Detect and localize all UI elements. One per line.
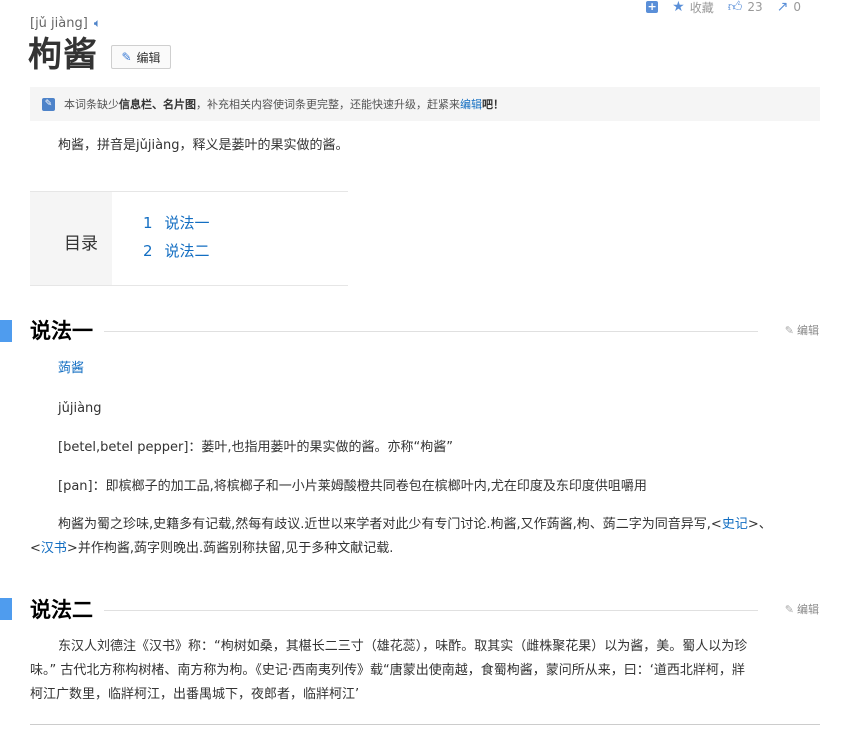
hanshu-link[interactable]: 汉书: [41, 541, 67, 556]
pencil-icon: ✎: [784, 323, 794, 337]
section-2-line-3: 柯江广数里，临牂柯江，出番禺城下，夜郎者，临牂柯江’: [30, 687, 360, 702]
collect-label: 收藏: [689, 0, 714, 15]
section-edit-label: 编辑: [797, 603, 819, 616]
toc-item-num: 2: [143, 242, 153, 260]
table-of-contents: 目录 1 说法一 2 说法二: [30, 191, 348, 286]
notice-edit-link[interactable]: 编辑: [460, 96, 482, 112]
plus-square-icon: +: [646, 0, 659, 13]
para-text: >并作枸酱,蒟字则晚出.蒟酱别称扶留,见于多种文献记载.: [66, 541, 394, 556]
like-button[interactable]: 👍︎ 23: [728, 0, 763, 14]
section-1-divider: [104, 331, 758, 332]
bottom-divider: [30, 724, 820, 725]
section-2-line-2: 味。” 古代北方称构树楮、南方称为枸。《史记·西南夷列传》载“唐蒙出使南越，食蜀…: [30, 663, 745, 678]
notice-prefix: 本词条缺少: [64, 98, 119, 111]
toc-item-label: 说法一: [164, 214, 210, 232]
section-2-edit-button[interactable]: ✎ 编辑: [785, 601, 819, 617]
notice-middle: ，补充相关内容使词条更完整，还能快速升级，赶紧来: [196, 98, 460, 111]
toc-item-label: 说法二: [164, 242, 210, 260]
toc-title: 目录: [64, 234, 98, 254]
section-1-edit-button[interactable]: ✎ 编辑: [785, 322, 819, 338]
word-link-row: 蒟酱: [58, 357, 84, 381]
pencil-icon: ✎: [784, 602, 794, 616]
thumbs-up-icon: 👍︎: [727, 0, 743, 15]
section-2-heading: 说法二: [30, 598, 93, 622]
section-1-paragraph-line-1: 枸酱为蜀之珍味,史籍多有记载,然每有歧议.近世以来学者对此少有专门讨论.枸酱,又…: [58, 513, 818, 537]
edit-button[interactable]: ✎ 编辑: [111, 45, 171, 69]
share-button[interactable]: ↗ 0: [777, 0, 801, 14]
pinyin-row: [jǔ jiàng] 🔈︎: [30, 16, 101, 31]
section-edit-label: 编辑: [797, 324, 819, 337]
page-title: 枸酱: [28, 35, 98, 75]
collect-button[interactable]: ★ 收藏: [672, 0, 714, 16]
word-pinyin: jǔjiàng: [58, 401, 102, 416]
like-count: 23: [747, 0, 763, 14]
share-count: 0: [793, 0, 801, 14]
notice-missing: 信息栏、名片图: [119, 98, 196, 111]
add-button[interactable]: +: [646, 0, 659, 13]
word-link[interactable]: 蒟酱: [58, 361, 84, 376]
pinyin-text: [jǔ jiàng]: [30, 16, 88, 31]
edit-notice-icon: ✎: [42, 97, 55, 111]
definition-1: [betel,betel pepper]：蒌叶,也指用蒌叶的果实做的酱。亦称“枸…: [58, 440, 454, 455]
star-icon: ★: [672, 0, 685, 15]
para-text: 枸酱为蜀之珍味,史籍多有记载,然每有歧议.近世以来学者对此少有专门讨论.枸酱,又…: [58, 517, 722, 532]
section-1-paragraph-line-2: <汉书>并作枸酱,蒟字则晚出.蒟酱别称扶留,见于多种文献记载.: [30, 537, 820, 561]
pencil-icon: ✎: [121, 50, 132, 64]
section-2-line-1: 东汉人刘德注《汉书》称：“枸树如桑，其椹长二三寸（雄花蕊），味酢。取其实（雌株聚…: [58, 639, 748, 654]
speaker-icon[interactable]: 🔈︎: [94, 16, 101, 31]
notice-suffix: 吧！: [482, 98, 504, 111]
edit-button-label: 编辑: [136, 50, 161, 65]
toc-item-1[interactable]: 1 说法一: [143, 212, 210, 233]
section-2-divider: [104, 610, 758, 611]
toc-item-2[interactable]: 2 说法二: [143, 240, 210, 261]
top-action-bar: + ★ 收藏 👍︎ 23 ↗ 0: [632, 0, 801, 16]
para-text: <: [30, 541, 41, 556]
shiji-link[interactable]: 史记: [722, 517, 748, 532]
definition-2: [pan]：即槟榔子的加工品,将槟榔子和一小片莱姆酸橙共同卷包在槟榔叶内,尤在印…: [58, 479, 647, 494]
incomplete-notice: ✎ 本词条缺少 信息栏、名片图 ，补充相关内容使词条更完整，还能快速升级，赶紧来 编辑…: [30, 87, 820, 121]
section-1-marker: [0, 320, 12, 342]
section-2-marker: [0, 598, 12, 620]
para-text: >、: [747, 517, 772, 532]
toc-item-num: 1: [143, 214, 153, 232]
summary-text: 枸酱，拼音是jǔjiàng，释义是蒌叶的果实做的酱。: [58, 138, 349, 153]
section-1-heading: 说法一: [30, 319, 93, 343]
share-icon: ↗: [776, 0, 789, 15]
